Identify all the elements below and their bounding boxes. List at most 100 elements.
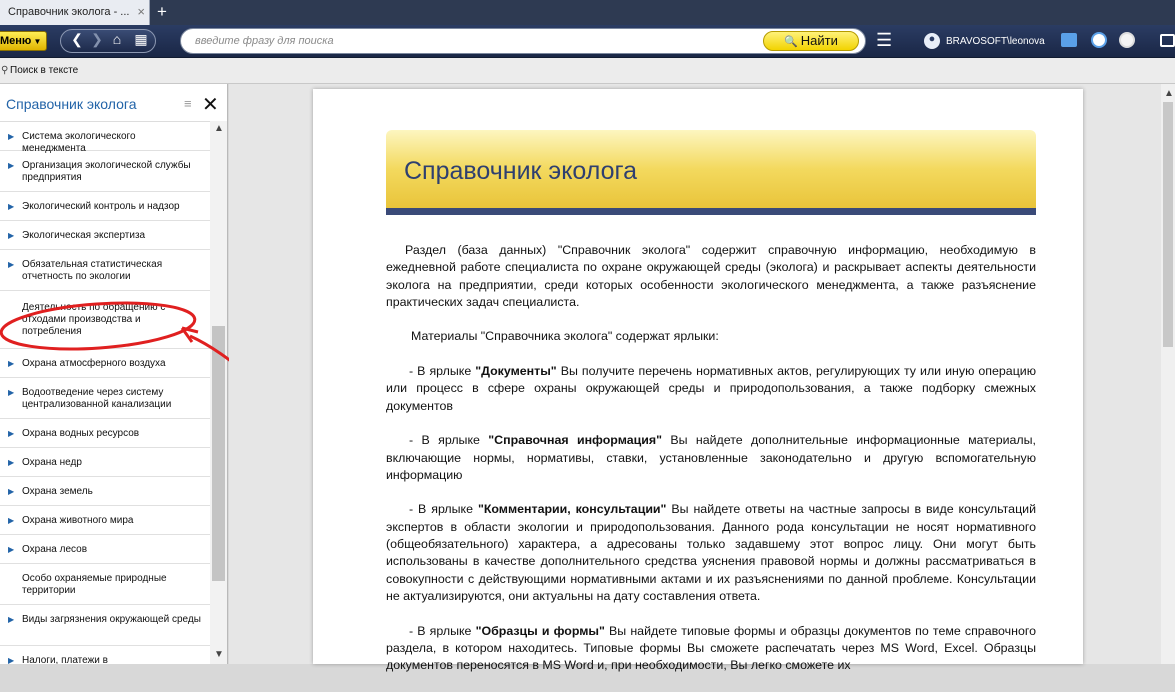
sidebar-item-label: Организация экологической службы предпри…: [22, 160, 191, 183]
triangle-right-icon[interactable]: ▶: [8, 516, 14, 525]
sidebar-item-label: Экологическая экспертиза: [22, 230, 146, 241]
document-page: Справочник эколога Раздел (база данных) …: [313, 89, 1083, 672]
sidebar-item-label: Охрана водных ресурсов: [22, 428, 140, 439]
grid-icon[interactable]: ▦: [131, 31, 151, 48]
label-item-paragraph: - В ярлыке "Комментарии, консультации" В…: [386, 501, 1036, 605]
user-icon[interactable]: ●: [924, 33, 940, 49]
item-tag: "Комментарии, консультации": [477, 502, 667, 517]
close-icon[interactable]: ✕: [202, 92, 219, 117]
triangle-right-icon[interactable]: ▶: [8, 231, 14, 240]
item-text: Вы найдете ответы на частные запросы в в…: [386, 502, 1037, 603]
chat-icon[interactable]: [1160, 34, 1175, 47]
sidebar-item[interactable]: ▶ Водоотведение через систему централизов…: [0, 378, 210, 419]
sidebar-item-label: Виды загрязнения окружающей среды: [22, 614, 201, 625]
find-in-text-link[interactable]: Поиск в тексте: [10, 65, 78, 76]
caret-down-icon: ▼: [31, 37, 42, 46]
label-item-paragraph: - В ярлыке "Справочная информация" Вы на…: [386, 432, 1036, 484]
hamburger-icon[interactable]: ☰: [876, 30, 892, 51]
sidebar-item-label: Охрана недр: [22, 457, 82, 468]
search-input[interactable]: [195, 33, 755, 49]
search-button[interactable]: 🔍 Найти: [763, 31, 859, 51]
triangle-right-icon[interactable]: ▶: [8, 656, 14, 664]
item-tag: "Справочная информация": [488, 433, 662, 448]
label-item-paragraph: - В ярлыке "Документы" Вы получите переч…: [386, 363, 1036, 415]
chevron-up-icon[interactable]: ▲: [1164, 88, 1174, 99]
home-icon[interactable]: ⌂: [107, 31, 127, 47]
sidebar-item[interactable]: ▶ Налоги, платежи в: [0, 646, 210, 664]
sidebar-item-label: Особо охраняемые природные территории: [22, 573, 167, 596]
search-button-label: Найти: [800, 33, 838, 48]
scroll-thumb[interactable]: [1163, 102, 1173, 347]
add-tab-icon[interactable]: +: [157, 2, 167, 22]
sidebar-item[interactable]: ▶ Экологический контроль и надзор: [0, 192, 210, 221]
nav-group: ❮ ❯ ⌂ ▦: [60, 29, 156, 53]
chevron-up-icon[interactable]: ▲: [214, 123, 224, 134]
sidebar-item-label: Охрана лесов: [22, 544, 88, 555]
folder-icon[interactable]: [1061, 33, 1077, 47]
sidebar-title: Справочник эколога: [6, 96, 137, 112]
sidebar-item[interactable]: ▶ Система экологического менеджмента: [0, 122, 210, 154]
item-tag: "Документы": [475, 364, 557, 379]
triangle-right-icon[interactable]: ▶: [8, 388, 14, 397]
document-title: Справочник эколога: [404, 157, 638, 185]
main-toolbar: Меню ▼ ❮ ❯ ⌂ ▦ 🔍Найти ☰ ● BRAVOSOFT\leon…: [0, 25, 1175, 58]
search-icon[interactable]: ⚲: [1, 65, 8, 76]
triangle-right-icon[interactable]: ▶: [8, 615, 14, 624]
close-icon[interactable]: ×: [137, 4, 145, 19]
sidebar: Справочник эколога ≡ ✕ ▶ Система экологич…: [0, 84, 228, 664]
forward-icon[interactable]: ❯: [87, 31, 107, 48]
label-items: - В ярлыке "Документы" Вы получите переч…: [386, 363, 1036, 674]
list-menu-icon[interactable]: ≡: [184, 96, 192, 111]
sidebar-item-label: Охрана земель: [22, 486, 93, 497]
document-body: Раздел (база данных) "Справочник эколога…: [386, 242, 1036, 692]
triangle-right-icon[interactable]: ▶: [8, 132, 14, 141]
timer-icon[interactable]: [1119, 32, 1135, 48]
triangle-right-icon[interactable]: ▶: [8, 545, 14, 554]
sidebar-item-label: Экологический контроль и надзор: [22, 201, 180, 212]
sidebar-item[interactable]: ▶ Организация экологической службы предпр…: [0, 151, 210, 192]
sidebar-item-label: Охрана животного мира: [22, 515, 134, 526]
sidebar-item[interactable]: Деятельность по обращению с отходами про…: [0, 291, 210, 349]
chevron-down-icon[interactable]: ▼: [214, 649, 224, 660]
sidebar-item[interactable]: ▶ Виды загрязнения окружающей среды: [0, 605, 210, 646]
intro-paragraph: Раздел (база данных) "Справочник эколога…: [386, 243, 1036, 309]
tab-reference-ecologist[interactable]: Справочник эколога - ... ×: [0, 0, 150, 25]
triangle-right-icon[interactable]: ▶: [8, 487, 14, 496]
item-prefix: - В ярлыке: [409, 433, 489, 448]
sidebar-item-label: Обязательная статистическая отчетность п…: [22, 259, 163, 282]
sidebar-item[interactable]: ▶ Охрана земель: [0, 477, 210, 506]
triangle-right-icon[interactable]: ▶: [8, 161, 14, 170]
sidebar-item[interactable]: Особо охраняемые природные территории: [0, 564, 210, 605]
item-prefix: - В ярлыке: [409, 364, 476, 379]
item-prefix: - В ярлыке: [409, 502, 478, 517]
sidebar-item[interactable]: ▶ Охрана лесов: [0, 535, 210, 564]
sidebar-item[interactable]: ▶ Экологическая экспертиза: [0, 221, 210, 250]
history-clock-icon[interactable]: [1091, 32, 1107, 48]
triangle-right-icon[interactable]: ▶: [8, 359, 14, 368]
find-in-text-bar: ⚲ Поиск в тексте: [0, 58, 1175, 84]
sidebar-item[interactable]: ▶ Охрана животного мира: [0, 506, 210, 535]
scroll-thumb[interactable]: [212, 326, 225, 581]
sidebar-item-label: Налоги, платежи в: [22, 655, 108, 664]
label-item-paragraph: - В ярлыке "Образцы и формы" Вы найдете …: [386, 623, 1036, 675]
tab-bar: Справочник эколога - ... × +: [0, 0, 1175, 25]
search-icon: 🔍: [784, 36, 798, 48]
menu-button[interactable]: Меню ▼: [0, 31, 47, 51]
sidebar-item[interactable]: ▶ Охрана атмосферного воздуха: [0, 349, 210, 378]
document-scrollbar[interactable]: ▲: [1161, 84, 1175, 664]
item-prefix: - В ярлыке: [409, 623, 476, 638]
back-icon[interactable]: ❮: [67, 31, 87, 48]
sidebar-list: ▶ Система экологического менеджмента ▶ Орга…: [0, 121, 210, 664]
sidebar-item[interactable]: ▶ Охрана водных ресурсов: [0, 419, 210, 448]
user-name[interactable]: BRAVOSOFT\leonova: [946, 36, 1045, 47]
triangle-right-icon[interactable]: ▶: [8, 202, 14, 211]
sidebar-item[interactable]: ▶ Охрана недр: [0, 448, 210, 477]
triangle-right-icon[interactable]: ▶: [8, 429, 14, 438]
sidebar-item-label: Деятельность по обращению с отходами про…: [22, 302, 166, 337]
triangle-right-icon[interactable]: ▶: [8, 458, 14, 467]
sidebar-item[interactable]: ▶ Обязательная статистическая отчетность …: [0, 250, 210, 291]
triangle-right-icon[interactable]: ▶: [8, 260, 14, 269]
sidebar-scrollbar[interactable]: ▲ ▼: [210, 121, 227, 664]
tab-title: Справочник эколога - ...: [8, 6, 130, 18]
document-area: Справочник эколога Раздел (база данных) …: [229, 84, 1161, 672]
